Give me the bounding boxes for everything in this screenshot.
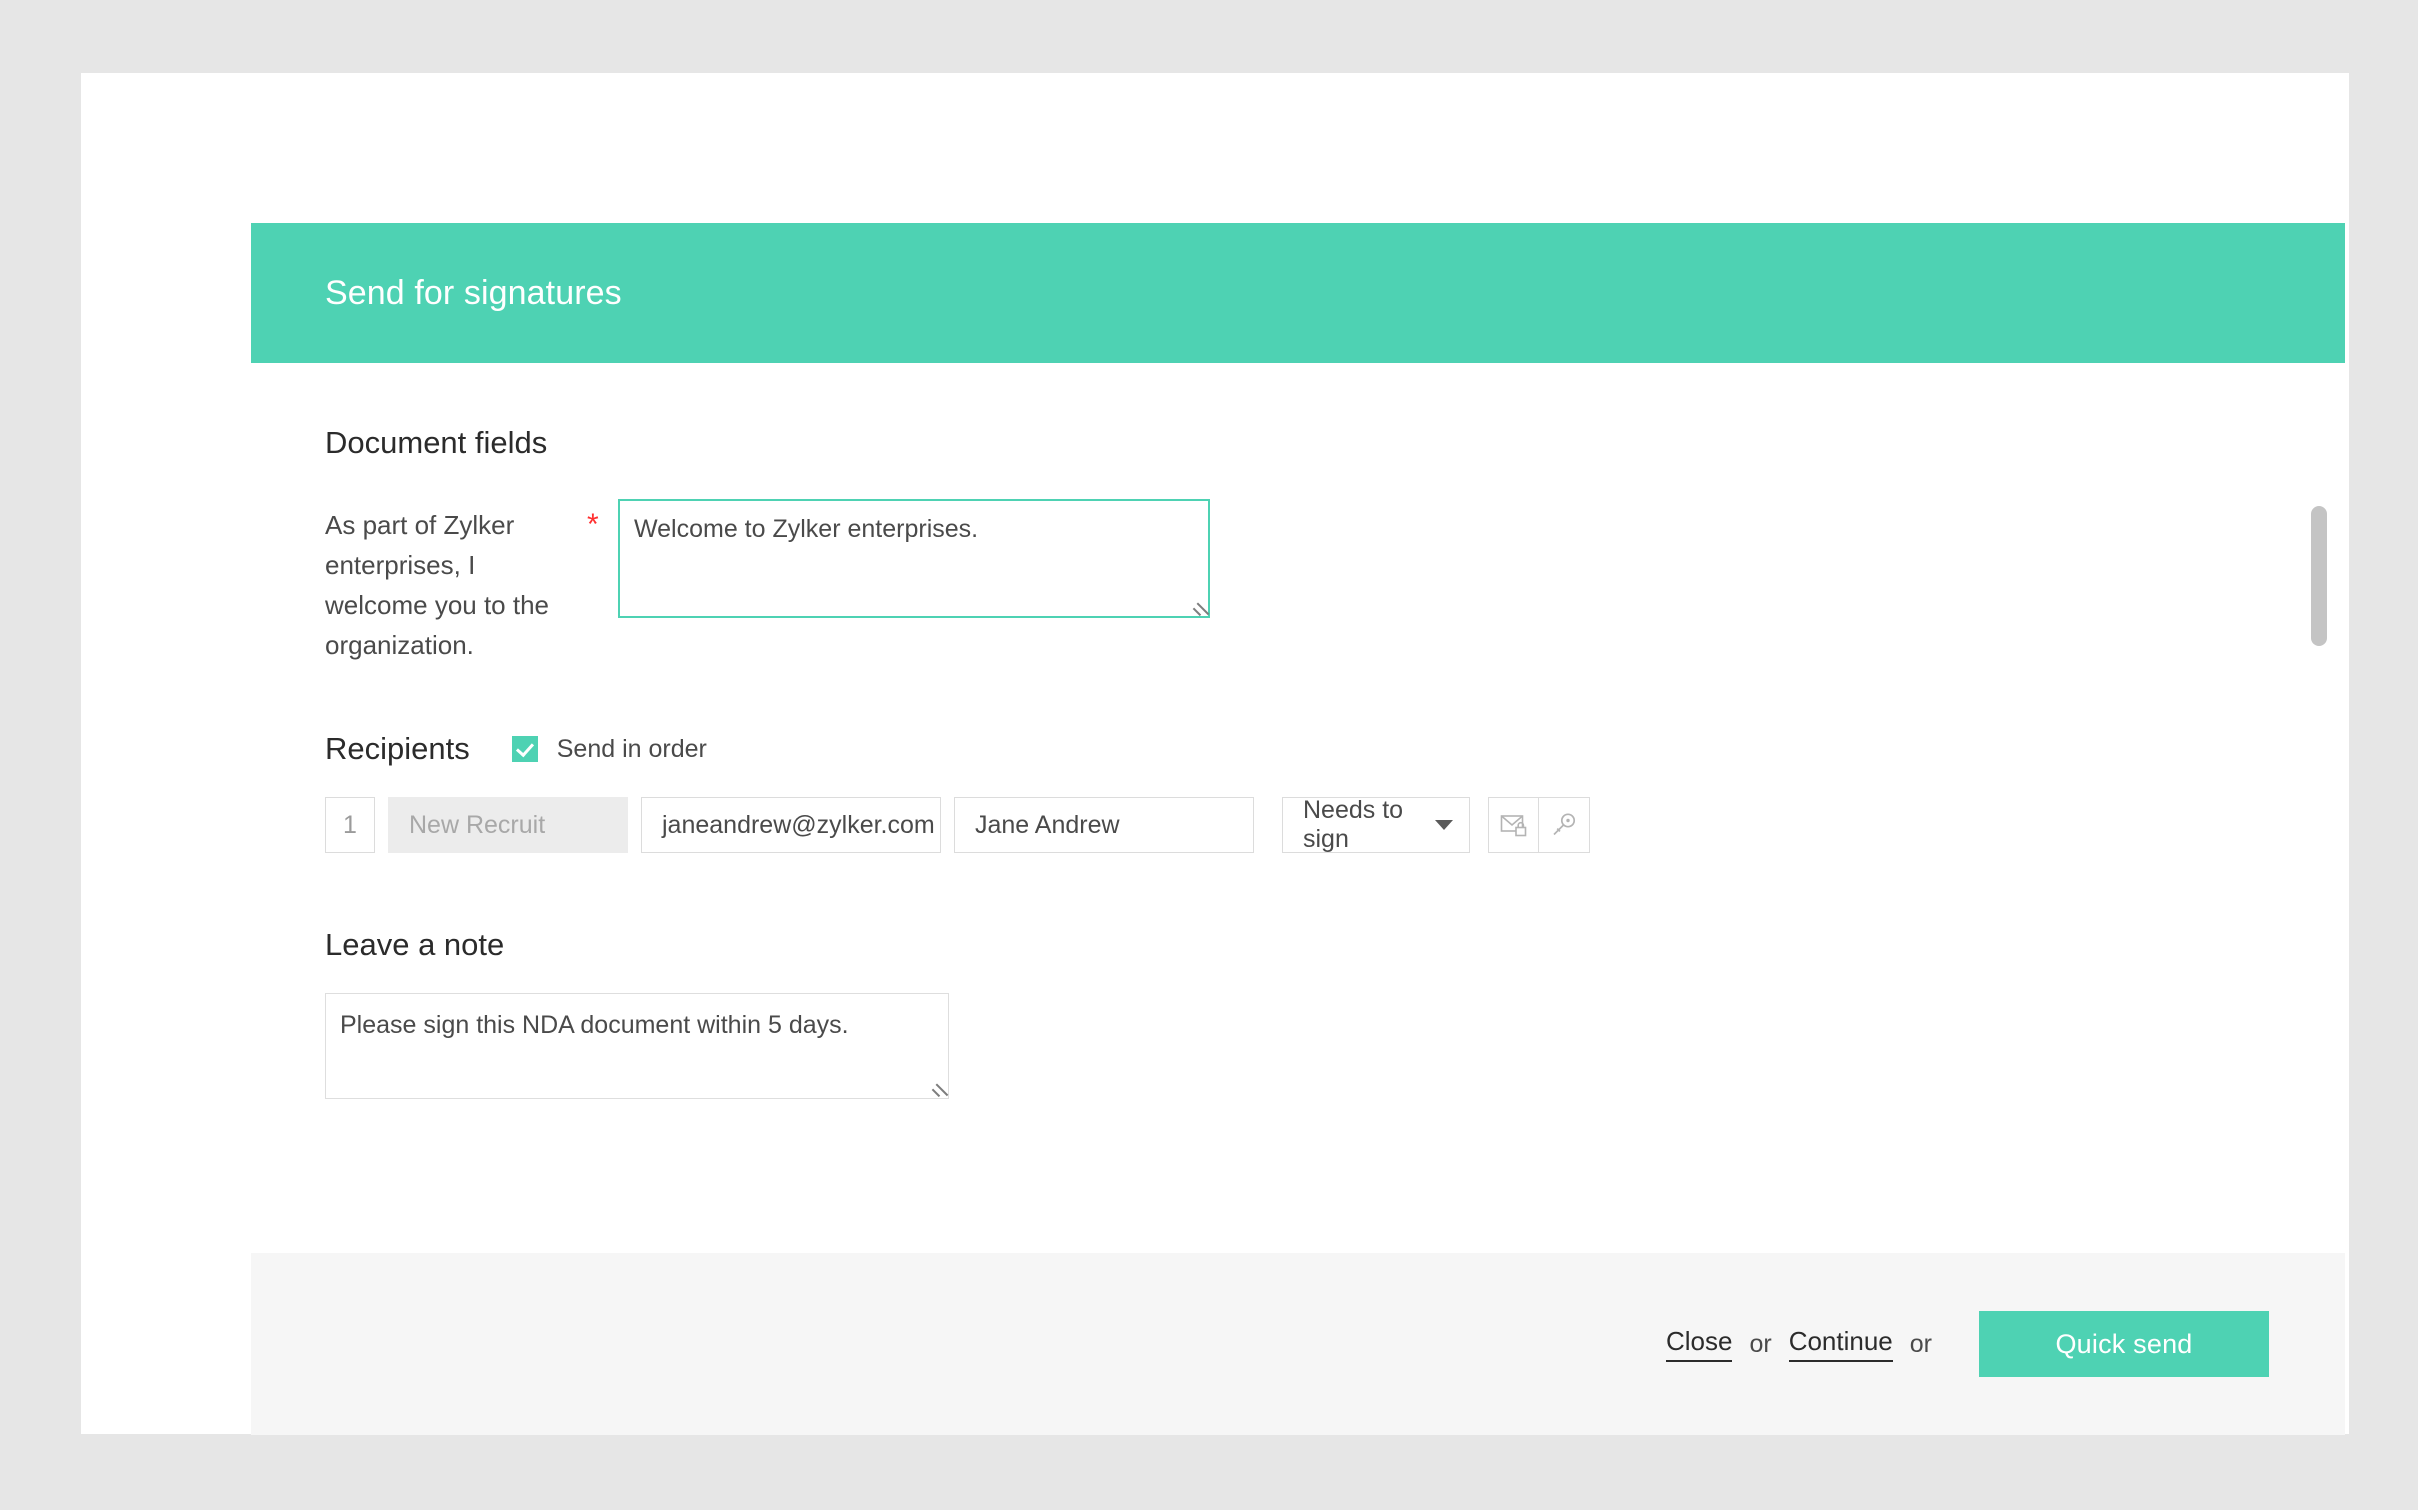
document-field-input-wrap bbox=[618, 499, 1210, 623]
recipient-role-field[interactable]: New Recruit bbox=[388, 797, 628, 853]
modal-scrollbar-thumb[interactable] bbox=[2311, 506, 2327, 646]
secure-email-button[interactable] bbox=[1488, 797, 1539, 853]
recipients-header: Recipients Send in order bbox=[325, 731, 2271, 767]
or-separator-2: or bbox=[1910, 1330, 1932, 1359]
modal-footer: Close or Continue or Quick send bbox=[251, 1253, 2345, 1435]
leave-a-note-heading: Leave a note bbox=[325, 927, 2271, 963]
modal-body: Document fields As part of Zylker enterp… bbox=[251, 363, 2345, 1253]
send-for-signatures-modal: Send for signatures Document fields As p… bbox=[251, 223, 2345, 1435]
recipient-action-select[interactable]: Needs to sign bbox=[1282, 797, 1470, 853]
send-in-order-checkbox[interactable] bbox=[512, 736, 538, 762]
modal-header: Send for signatures bbox=[251, 223, 2345, 363]
quick-send-button[interactable]: Quick send bbox=[1979, 1311, 2269, 1377]
recipient-action-value: Needs to sign bbox=[1303, 796, 1435, 854]
recipient-email-field[interactable]: janeandrew@zylker.com bbox=[641, 797, 941, 853]
chevron-down-icon bbox=[1435, 820, 1453, 830]
recipient-order-number: 1 bbox=[325, 797, 375, 853]
note-input[interactable] bbox=[325, 993, 949, 1099]
recipients-heading: Recipients bbox=[325, 731, 470, 767]
close-button[interactable]: Close bbox=[1666, 1326, 1732, 1362]
send-in-order-label: Send in order bbox=[557, 735, 707, 764]
document-field-label: As part of Zylker enterprises, I welcome… bbox=[325, 499, 573, 665]
required-asterisk: * bbox=[573, 499, 618, 545]
page-surface: Send for signatures Document fields As p… bbox=[81, 73, 2349, 1434]
table-row: 1 New Recruit janeandrew@zylker.com Jane… bbox=[325, 797, 2271, 853]
private-key-button[interactable] bbox=[1539, 797, 1590, 853]
or-separator-1: or bbox=[1749, 1330, 1771, 1359]
continue-button[interactable]: Continue bbox=[1789, 1326, 1893, 1362]
modal-scrollbar-track[interactable] bbox=[2311, 363, 2327, 1253]
note-input-wrap bbox=[325, 993, 949, 1104]
key-icon bbox=[1549, 810, 1579, 840]
document-field-input[interactable] bbox=[618, 499, 1210, 618]
document-field-row: As part of Zylker enterprises, I welcome… bbox=[325, 499, 2271, 665]
modal-title: Send for signatures bbox=[325, 274, 622, 313]
email-lock-icon bbox=[1499, 810, 1529, 840]
document-fields-heading: Document fields bbox=[325, 363, 2271, 461]
recipient-name-field[interactable]: Jane Andrew bbox=[954, 797, 1254, 853]
